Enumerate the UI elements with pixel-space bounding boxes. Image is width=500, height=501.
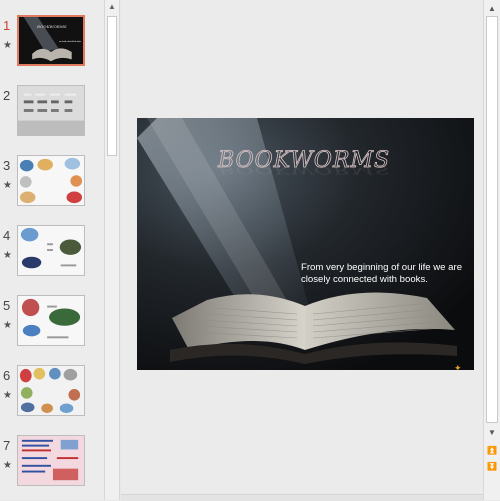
slide-thumbnail-6[interactable] — [17, 365, 85, 416]
thumbnail-1-subtitle: From very beginning of our life we are c… — [59, 40, 82, 43]
animation-star-icon: ★ — [3, 460, 12, 471]
scroll-up-icon[interactable]: ▲ — [105, 0, 119, 14]
slide-number-3: 3 — [3, 158, 11, 173]
slide-thumbnail-4[interactable] — [17, 225, 85, 276]
thumbnail-3-image — [18, 156, 84, 205]
previous-slide-icon[interactable]: ⏫ — [485, 444, 499, 458]
thumbnail-5-image — [18, 296, 84, 345]
thumbnail-row-3[interactable]: 3 ★ — [0, 155, 104, 220]
thumbnail-row-4[interactable]: 4 ★ — [0, 225, 104, 290]
thumbnail-row-2[interactable]: 2 — [0, 85, 104, 150]
thumbnail-row-5[interactable]: 5 ★ — [0, 295, 104, 360]
slide-number-4: 4 — [3, 228, 11, 243]
thumbnail-scrollbar-thumb[interactable] — [107, 16, 117, 156]
slide-number-2: 2 — [3, 88, 11, 103]
slide-number-1: 1 — [3, 18, 11, 33]
thumbnail-row-7[interactable]: 7 ★ — [0, 435, 104, 500]
thumbnail-1-title: BOOKWORMS — [37, 24, 67, 29]
thumbnail-row-6[interactable]: 6 ★ — [0, 365, 104, 430]
slide-thumbnail-5[interactable] — [17, 295, 85, 346]
slide-thumbnail-7[interactable] — [17, 435, 85, 486]
editor-vertical-scrollbar[interactable]: ▲ ▼ ⏫ ⏬ — [483, 0, 500, 500]
slide-thumbnail-1[interactable]: BOOKWORMS From very beginning of our lif… — [17, 15, 85, 66]
thumbnail-4-image — [18, 226, 84, 275]
next-slide-icon[interactable]: ⏬ — [485, 460, 499, 474]
slide-title-reflection: BOOKWORMS — [218, 163, 391, 177]
slide-subtitle[interactable]: From very beginning of our life we are c… — [301, 262, 471, 286]
thumbnail-2-image — [18, 86, 84, 135]
slide-number-7: 7 — [3, 438, 11, 453]
editor-scrollbar-thumb[interactable] — [486, 16, 498, 423]
slide-thumbnail-3[interactable] — [17, 155, 85, 206]
slide-thumbnail-pane: 1 ★ BOOKWORMS From very beginning of our… — [0, 0, 105, 500]
scroll-up-icon[interactable]: ▲ — [485, 2, 499, 16]
slide-number-6: 6 — [3, 368, 11, 383]
animation-star-icon: ★ — [3, 390, 12, 401]
thumbnail-7-image — [18, 436, 84, 485]
animation-star-icon: ★ — [3, 250, 12, 261]
scroll-down-icon[interactable]: ▼ — [485, 426, 499, 440]
thumbnail-scrollbar[interactable]: ▲ — [104, 0, 120, 500]
thumbnail-6-image — [18, 366, 84, 415]
corner-ornament-icon: ✦ — [454, 363, 462, 373]
animation-star-icon: ★ — [3, 180, 12, 191]
animation-star-icon: ★ — [3, 40, 12, 51]
slide-number-5: 5 — [3, 298, 11, 313]
animation-star-icon: ★ — [3, 320, 12, 331]
slide-thumbnail-2[interactable] — [17, 85, 85, 136]
thumbnail-row-1[interactable]: 1 ★ BOOKWORMS From very beginning of our… — [0, 15, 104, 80]
